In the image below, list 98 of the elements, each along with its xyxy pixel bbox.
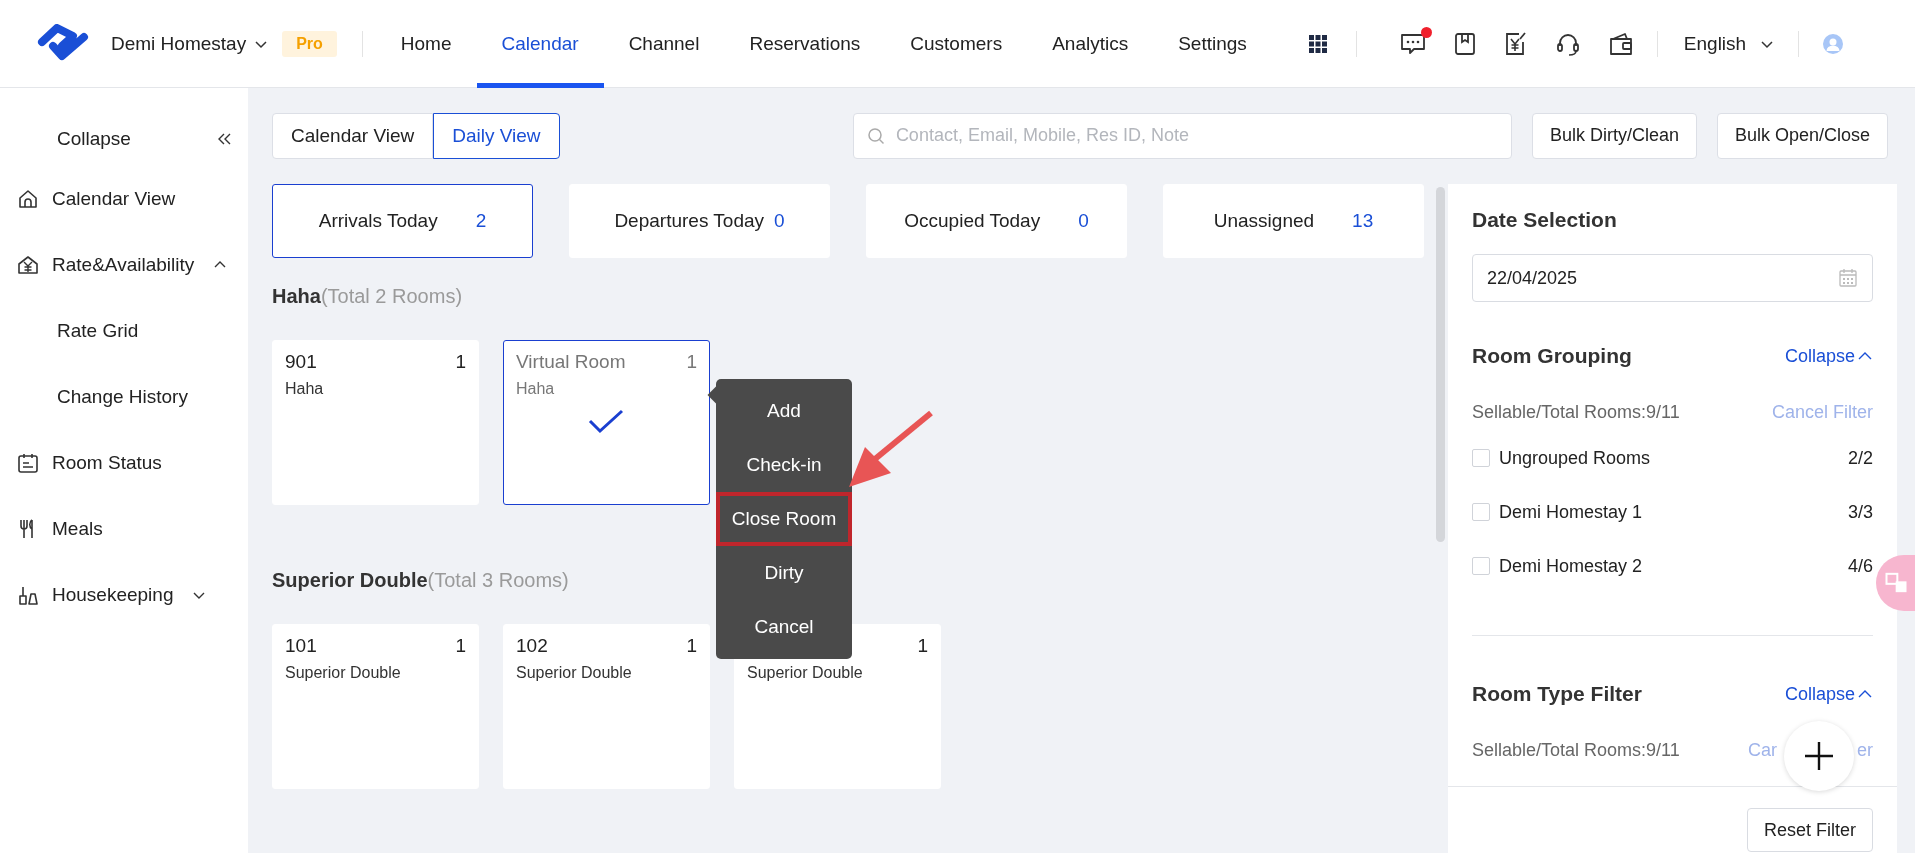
section-title: Room Type Filter <box>1472 682 1642 706</box>
option-label: Demi Homestay 2 <box>1499 555 1644 577</box>
chevron-up-icon <box>1857 351 1873 361</box>
room-number: Virtual Room <box>516 351 626 373</box>
stat-value: 0 <box>1078 210 1089 232</box>
nav-tab[interactable]: Channel <box>603 0 725 88</box>
sidebar-item[interactable]: Housekeeping <box>0 562 248 628</box>
stat-card[interactable]: Unassigned 13 <box>1163 184 1424 258</box>
scrollbar[interactable] <box>1436 187 1445 542</box>
room-card[interactable]: 901 1 Haha <box>272 340 479 505</box>
nav-tab[interactable]: Reservations <box>724 0 886 88</box>
plus-icon <box>1804 741 1834 771</box>
search-icon <box>866 126 885 145</box>
option-count: 3/3 <box>1847 501 1873 523</box>
section-title: Room Grouping <box>1472 344 1632 368</box>
double-chevron-left-icon <box>216 132 232 146</box>
sidebar-item[interactable]: Rate&Availability <box>0 232 248 298</box>
room-type: Haha <box>516 380 556 398</box>
stat-value: 13 <box>1352 210 1374 232</box>
calendar-list-icon <box>17 452 39 474</box>
room-number: 101 <box>285 635 317 657</box>
apps-grid-icon[interactable] <box>1307 33 1328 54</box>
sellable-summary: Sellable/Total Rooms:9/11 <box>1472 740 1680 761</box>
room-count-note: (Total 3 Rooms) <box>427 569 569 591</box>
chevron-down-icon <box>1760 38 1775 49</box>
menu-item[interactable]: Add <box>720 384 848 438</box>
option-count: 2/2 <box>1847 447 1873 469</box>
nav-tab[interactable]: Analytics <box>1027 0 1154 88</box>
room-count: 1 <box>455 635 466 657</box>
search-field[interactable]: Contact, Email, Mobile, Res ID, Note <box>852 112 1512 159</box>
sidebar-label: Calendar View <box>52 188 176 210</box>
house-icon <box>17 188 39 210</box>
room-count: 1 <box>455 351 466 373</box>
bookmark-icon[interactable] <box>1452 30 1477 57</box>
sidebar-item[interactable]: Meals <box>0 496 248 562</box>
view-tab[interactable]: Daily View <box>433 112 560 159</box>
stat-card[interactable]: Departures Today 0 <box>569 184 830 258</box>
stat-card[interactable]: Arrivals Today 2 <box>272 184 533 258</box>
calendar-icon <box>1838 268 1858 288</box>
room-type-heading: Haha <box>272 285 321 307</box>
stat-label: Unassigned <box>1213 210 1315 232</box>
room-count-note: (Total 2 Rooms) <box>320 285 463 307</box>
stat-label: Departures Today <box>614 210 764 232</box>
stat-value: 2 <box>475 210 487 232</box>
stat-value: 0 <box>774 210 785 232</box>
chevron-down-icon <box>192 590 207 600</box>
option-label: Demi Homestay 1 <box>1499 501 1644 523</box>
room-card[interactable]: 102 1 Superior Double <box>503 624 710 789</box>
bulk-action-button[interactable]: Bulk Open/Close <box>1716 112 1888 159</box>
option-count: 4/6 <box>1847 555 1873 577</box>
stat-label: Occupied Today <box>904 210 1041 232</box>
room-number: 901 <box>285 351 317 373</box>
section-title: Date Selection <box>1472 208 1618 233</box>
room-number: 102 <box>516 635 548 657</box>
nav-tab[interactable]: Home <box>375 0 477 88</box>
stat-card[interactable]: Occupied Today 0 <box>866 184 1127 258</box>
sidebar-label: Housekeeping <box>52 584 174 606</box>
date-field[interactable]: 22/04/2025 <box>1472 254 1873 302</box>
yen-house-icon <box>17 254 39 276</box>
property-selector[interactable]: Demi Homestay <box>111 32 269 55</box>
sidebar-item[interactable]: Calendar View <box>0 166 248 232</box>
chevron-down-icon <box>254 38 269 49</box>
menu-item[interactable]: Close Room <box>716 492 852 546</box>
room-type: Haha <box>285 380 325 398</box>
cleaning-icon <box>17 584 39 606</box>
stat-label: Arrivals Today <box>318 210 438 232</box>
add-button[interactable] <box>1784 721 1854 791</box>
option-label: Ungrouped Rooms <box>1499 447 1652 469</box>
collapse-button[interactable]: Collapse <box>0 112 232 166</box>
chevron-up-icon <box>1857 689 1873 699</box>
nav-tab[interactable]: Calendar <box>476 0 604 88</box>
sidebar-label: Meals <box>52 518 103 540</box>
sidebar-subitem[interactable]: Rate Grid <box>0 298 248 364</box>
room-card[interactable]: 101 1 Superior Double <box>272 624 479 789</box>
chevron-up-icon <box>213 260 228 270</box>
reset-filter-button[interactable]: Reset Filter <box>1746 808 1873 852</box>
menu-item[interactable]: Dirty <box>720 546 848 600</box>
room-type: Superior Double <box>285 664 402 682</box>
room-type: Superior Double <box>747 664 864 682</box>
bulk-action-button[interactable]: Bulk Dirty/Clean <box>1531 112 1697 159</box>
sidebar-label: Room Status <box>52 452 162 474</box>
plan-badge: Pro <box>282 30 337 57</box>
room-type-heading: Superior Double <box>272 569 428 591</box>
sidebar-subitem[interactable]: Change History <box>0 364 248 430</box>
menu-item[interactable]: Check-in <box>720 438 848 492</box>
room-card[interactable]: Virtual Room 1 Haha <box>503 340 710 505</box>
nav-tab[interactable]: Settings <box>1153 0 1272 88</box>
view-tab[interactable]: Calendar View <box>272 112 434 159</box>
sidebar-item[interactable]: Room Status <box>0 430 248 496</box>
room-count: 1 <box>686 351 697 373</box>
nav-tab[interactable]: Customers <box>885 0 1028 88</box>
room-count: 1 <box>686 635 697 657</box>
sidebar-label: Rate&Availability <box>52 254 195 276</box>
language-selector[interactable]: English <box>1683 32 1775 55</box>
room-count: 1 <box>917 635 928 657</box>
room-type: Superior Double <box>516 664 633 682</box>
check-icon <box>588 409 624 435</box>
sellable-summary: Sellable/Total Rooms:9/11 <box>1472 402 1680 423</box>
